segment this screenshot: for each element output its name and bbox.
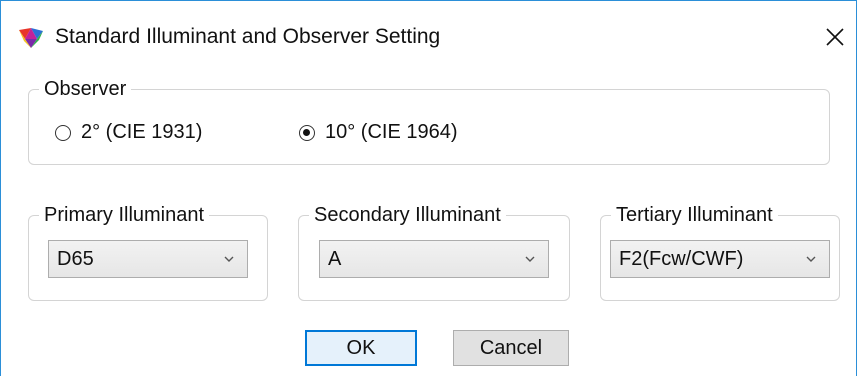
ok-button[interactable]: OK: [305, 330, 417, 366]
radio-label-10deg: 10° (CIE 1964): [325, 121, 458, 143]
secondary-illuminant-select[interactable]: A: [319, 240, 549, 278]
dialog-title: Standard Illuminant and Observer Setting: [55, 25, 441, 48]
color-triangle-icon: [19, 28, 43, 48]
radio-circle-10deg[interactable]: [299, 124, 315, 141]
tertiary-illuminant-value: F2(Fcw/CWF): [619, 247, 744, 270]
tertiary-illuminant-legend: Tertiary Illuminant: [611, 203, 778, 227]
observer-legend: Observer: [39, 77, 132, 101]
close-icon: [826, 28, 844, 46]
close-button[interactable]: [817, 19, 853, 55]
primary-illuminant-select[interactable]: D65: [48, 240, 248, 278]
chevron-down-icon: [525, 256, 535, 262]
primary-illuminant-value: D65: [57, 247, 94, 270]
secondary-illuminant-group: Secondary Illuminant A: [298, 203, 570, 301]
observer-group: Observer 2° (CIE 1931) 10° (CIE 1964): [28, 77, 830, 165]
cancel-button[interactable]: Cancel: [453, 330, 569, 366]
tertiary-illuminant-group: Tertiary Illuminant F2(Fcw/CWF): [600, 203, 840, 301]
tertiary-illuminant-select[interactable]: F2(Fcw/CWF): [610, 240, 830, 278]
secondary-illuminant-legend: Secondary Illuminant: [309, 203, 506, 227]
radio-circle-2deg[interactable]: [55, 124, 71, 141]
secondary-illuminant-value: A: [328, 247, 342, 270]
primary-illuminant-legend: Primary Illuminant: [39, 203, 210, 227]
radio-observer-10deg[interactable]: 10° (CIE 1964): [299, 121, 458, 144]
primary-illuminant-group: Primary Illuminant D65: [28, 203, 268, 301]
radio-observer-2deg[interactable]: 2° (CIE 1931): [55, 121, 202, 144]
chevron-down-icon: [224, 256, 234, 262]
chevron-down-icon: [806, 256, 816, 262]
radio-label-2deg: 2° (CIE 1931): [81, 121, 203, 143]
dialog-window: Standard Illuminant and Observer Setting…: [0, 0, 857, 376]
title-bar: Standard Illuminant and Observer Setting: [1, 1, 856, 71]
